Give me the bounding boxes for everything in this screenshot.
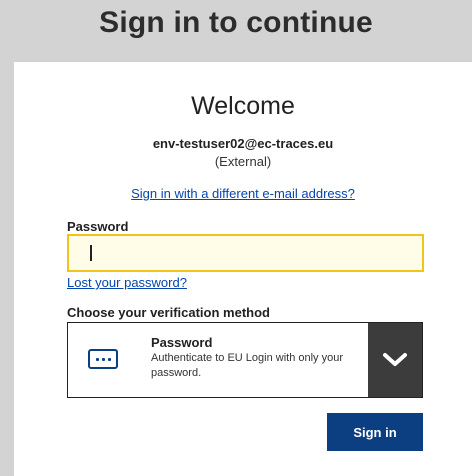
sign-in-button[interactable]: Sign in: [327, 413, 423, 451]
text-cursor: [90, 245, 92, 261]
account-type: (External): [214, 154, 272, 169]
chevron-down-icon: [383, 353, 407, 366]
lost-password-link[interactable]: Lost your password?: [67, 275, 187, 290]
method-description: Authenticate to EU Login with only your …: [151, 352, 344, 379]
verification-method-label: Choose your verification method: [67, 305, 270, 320]
method-dropdown-toggle[interactable]: [368, 323, 422, 397]
login-card: Welcome env-testuser02@ec-traces.eu (Ext…: [14, 62, 472, 476]
verification-method-select[interactable]: Password Authenticate to EU Login with o…: [67, 322, 423, 398]
user-email: env-testuser02@ec-traces.eu: [152, 136, 334, 151]
password-input[interactable]: [67, 234, 424, 272]
method-title: Password: [151, 335, 213, 350]
different-email-link[interactable]: Sign in with a different e-mail address?: [14, 186, 472, 201]
page-header-title: Sign in to continue: [99, 6, 373, 39]
password-dots-icon: [88, 349, 118, 369]
password-label: Password: [67, 219, 129, 234]
welcome-heading: Welcome: [191, 92, 295, 120]
